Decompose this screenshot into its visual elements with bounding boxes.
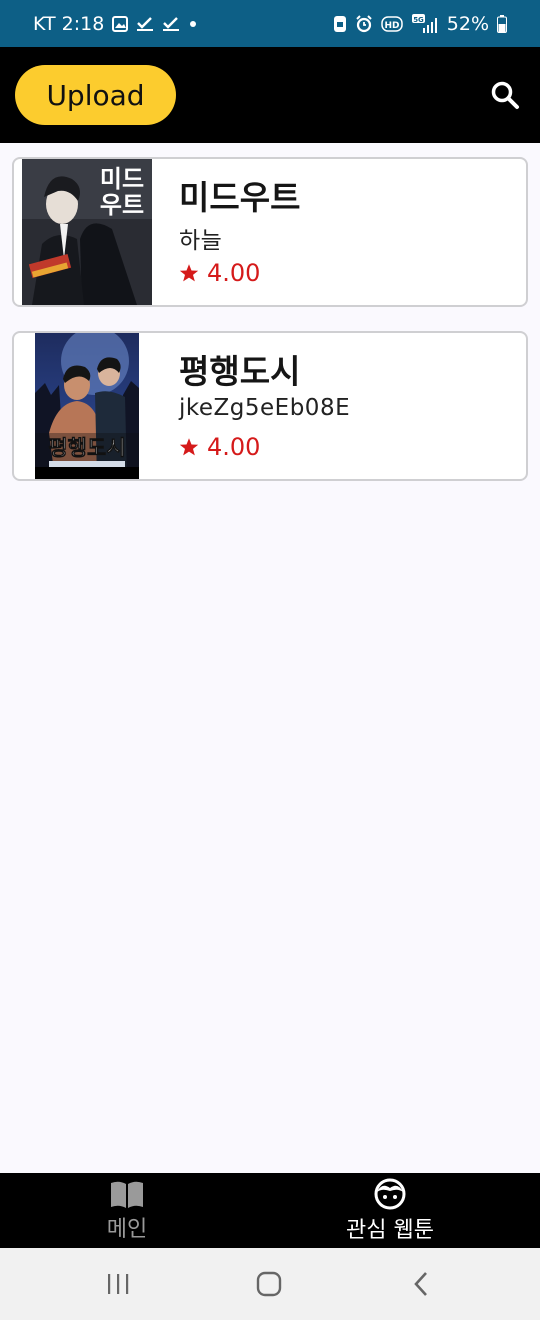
cover-title-line2: 우트 (100, 191, 144, 219)
tab-favorites[interactable]: 관심 웹툰 (290, 1173, 490, 1248)
tab-favorites-label: 관심 웹툰 (346, 1217, 434, 1243)
webtoon-rating: 4.00 (179, 433, 260, 461)
webtoon-card[interactable]: 미드 우트 미드우트 하늘 4.00 (12, 157, 528, 307)
app-bar: Upload (0, 47, 540, 143)
tab-main-label: 메인 (106, 1216, 148, 1242)
webtoon-author: jkeZg5eEb08E (179, 395, 351, 421)
face-icon (374, 1178, 406, 1209)
webtoon-card[interactable]: 평행도시 평행도시 jkeZg5eEb08E 4.00 (12, 331, 528, 481)
webtoon-author: 하늘 (179, 228, 223, 254)
gallery-icon (112, 15, 129, 32)
status-bar: KT 2:18 HD 5G 52% (0, 0, 540, 47)
back-icon[interactable] (401, 1268, 441, 1300)
home-icon[interactable] (249, 1268, 289, 1300)
search-icon[interactable] (488, 77, 522, 113)
book-icon (111, 1181, 143, 1208)
recents-icon[interactable] (98, 1268, 138, 1300)
dot-icon (188, 19, 198, 29)
cover-title-line1: 미드 (100, 165, 144, 193)
webtoon-cover-image: 미드 우트 (22, 159, 152, 305)
alarm-icon (355, 14, 373, 33)
rating-value: 4.00 (207, 433, 261, 461)
upload-button[interactable]: Upload (15, 65, 176, 125)
status-right: HD 5G 52% (333, 13, 507, 35)
hd-icon: HD (381, 15, 403, 32)
webtoon-rating: 4.00 (179, 259, 260, 287)
webtoon-title: 미드우트 (179, 178, 301, 217)
bottom-nav: 메인 관심 웹툰 (0, 1173, 540, 1248)
lock-phone-icon (333, 15, 347, 33)
webtoon-title: 평행도시 (179, 352, 301, 391)
battery-percent: 52% (446, 12, 489, 35)
battery-icon (497, 14, 507, 33)
cover-title: 평행도시 (48, 436, 125, 460)
signal-5g-icon: 5G (411, 13, 439, 34)
rating-value: 4.00 (207, 259, 261, 287)
svg-text:5G: 5G (413, 16, 424, 24)
carrier-time: KT 2:18 (33, 12, 105, 35)
svg-text:HD: HD (384, 21, 399, 31)
webtoon-cover-image: 평행도시 (35, 333, 139, 479)
star-icon (179, 264, 199, 282)
checklist-icon-2 (162, 16, 180, 32)
status-left: KT 2:18 (33, 13, 198, 35)
checklist-icon (136, 16, 154, 32)
system-nav (0, 1248, 540, 1320)
tab-main[interactable]: 메인 (27, 1173, 227, 1248)
star-icon (179, 438, 199, 456)
